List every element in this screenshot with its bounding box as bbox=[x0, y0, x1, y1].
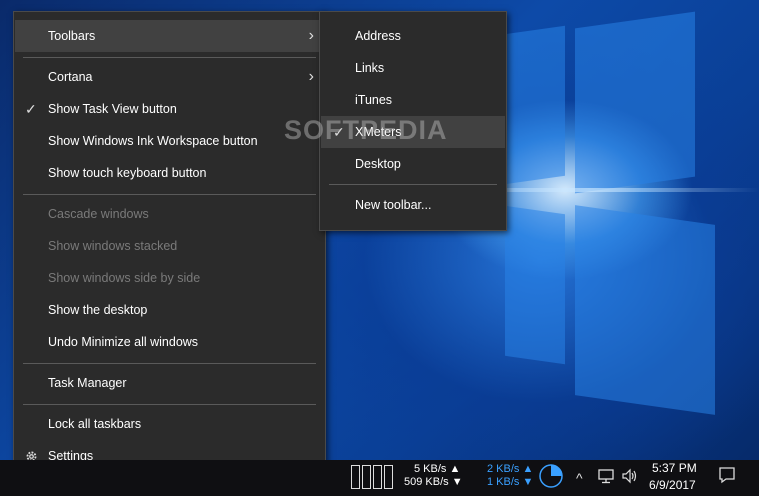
memory-pie-icon[interactable] bbox=[538, 463, 564, 489]
menu-separator bbox=[23, 57, 316, 58]
checkmark-icon: ✓ bbox=[333, 124, 345, 140]
submenu-item-label: iTunes bbox=[355, 93, 393, 107]
menu-item-label: Show windows side by side bbox=[48, 271, 201, 285]
chevron-up-icon[interactable]: ^ bbox=[576, 470, 583, 486]
menu-item-windows-side-by-side: Show windows side by side bbox=[15, 262, 324, 294]
submenu-item-label: Desktop bbox=[355, 157, 401, 171]
wallpaper-pane bbox=[575, 205, 715, 415]
submenu-item-xmeters[interactable]: ✓ XMeters bbox=[321, 116, 505, 148]
menu-item-show-ink-workspace[interactable]: Show Windows Ink Workspace button bbox=[15, 125, 324, 157]
cpu-meter-icon[interactable] bbox=[373, 465, 382, 489]
network-up-rate: 5 KB/s ▲ bbox=[414, 463, 461, 475]
menu-separator bbox=[23, 363, 316, 364]
toolbars-submenu: Address Links iTunes ✓ XMeters Desktop N… bbox=[319, 11, 507, 231]
cpu-meter-icon[interactable] bbox=[384, 465, 393, 489]
taskbar-context-menu: Toolbars › Cortana › ✓ Show Task View bu… bbox=[13, 11, 326, 484]
menu-item-lock-taskbars[interactable]: Lock all taskbars bbox=[15, 408, 324, 440]
menu-item-label: Undo Minimize all windows bbox=[48, 335, 199, 349]
menu-item-label: Show Task View button bbox=[48, 102, 177, 116]
chevron-right-icon: › bbox=[308, 68, 314, 85]
menu-item-show-touch-keyboard[interactable]: Show touch keyboard button bbox=[15, 157, 324, 189]
menu-item-label: Cascade windows bbox=[48, 207, 149, 221]
submenu-item-label: XMeters bbox=[355, 125, 402, 139]
action-center-icon[interactable] bbox=[718, 466, 736, 484]
wallpaper-pane bbox=[505, 205, 565, 365]
menu-item-windows-stacked: Show windows stacked bbox=[15, 230, 324, 262]
checkmark-icon: ✓ bbox=[25, 101, 37, 117]
submenu-item-label: Address bbox=[355, 29, 401, 43]
cpu-meter-icon[interactable] bbox=[362, 465, 371, 489]
submenu-item-label: Links bbox=[355, 61, 385, 75]
menu-item-label: Show Windows Ink Workspace button bbox=[48, 134, 258, 148]
wallpaper-pane bbox=[575, 11, 695, 194]
menu-item-label: Task Manager bbox=[48, 376, 127, 390]
volume-icon[interactable] bbox=[621, 468, 639, 484]
menu-item-task-manager[interactable]: Task Manager bbox=[15, 367, 324, 399]
menu-item-show-desktop[interactable]: Show the desktop bbox=[15, 294, 324, 326]
submenu-item-address[interactable]: Address bbox=[321, 20, 505, 52]
submenu-item-label: New toolbar... bbox=[355, 198, 432, 212]
disk-read-rate: 2 KB/s ▲ bbox=[487, 463, 534, 475]
menu-separator bbox=[23, 194, 316, 195]
menu-item-cortana[interactable]: Cortana › bbox=[15, 61, 324, 93]
menu-item-undo-minimize[interactable]: Undo Minimize all windows bbox=[15, 326, 324, 358]
cpu-meter-icon[interactable] bbox=[351, 465, 360, 489]
network-icon[interactable] bbox=[598, 468, 616, 484]
clock-time[interactable]: 5:37 PM bbox=[652, 461, 697, 475]
submenu-item-links[interactable]: Links bbox=[321, 52, 505, 84]
menu-item-label: Lock all taskbars bbox=[48, 417, 142, 431]
menu-item-label: Show windows stacked bbox=[48, 239, 178, 253]
disk-write-rate: 1 KB/s ▼ bbox=[487, 476, 534, 488]
menu-item-label: Cortana bbox=[48, 70, 93, 84]
wallpaper-pane bbox=[505, 25, 565, 185]
menu-item-cascade-windows: Cascade windows bbox=[15, 198, 324, 230]
clock-date[interactable]: 6/9/2017 bbox=[649, 478, 696, 492]
menu-item-show-task-view[interactable]: ✓ Show Task View button bbox=[15, 93, 324, 125]
menu-separator bbox=[23, 404, 316, 405]
menu-item-label: Show touch keyboard button bbox=[48, 166, 207, 180]
submenu-item-new-toolbar[interactable]: New toolbar... bbox=[321, 189, 505, 221]
submenu-item-desktop[interactable]: Desktop bbox=[321, 148, 505, 180]
menu-item-label: Show the desktop bbox=[48, 303, 148, 317]
submenu-item-itunes[interactable]: iTunes bbox=[321, 84, 505, 116]
menu-item-toolbars[interactable]: Toolbars › bbox=[15, 20, 324, 52]
menu-item-label: Toolbars bbox=[48, 29, 96, 43]
submenu-separator bbox=[329, 184, 497, 185]
network-down-rate: 509 KB/s ▼ bbox=[404, 476, 463, 488]
chevron-right-icon: › bbox=[308, 27, 314, 44]
